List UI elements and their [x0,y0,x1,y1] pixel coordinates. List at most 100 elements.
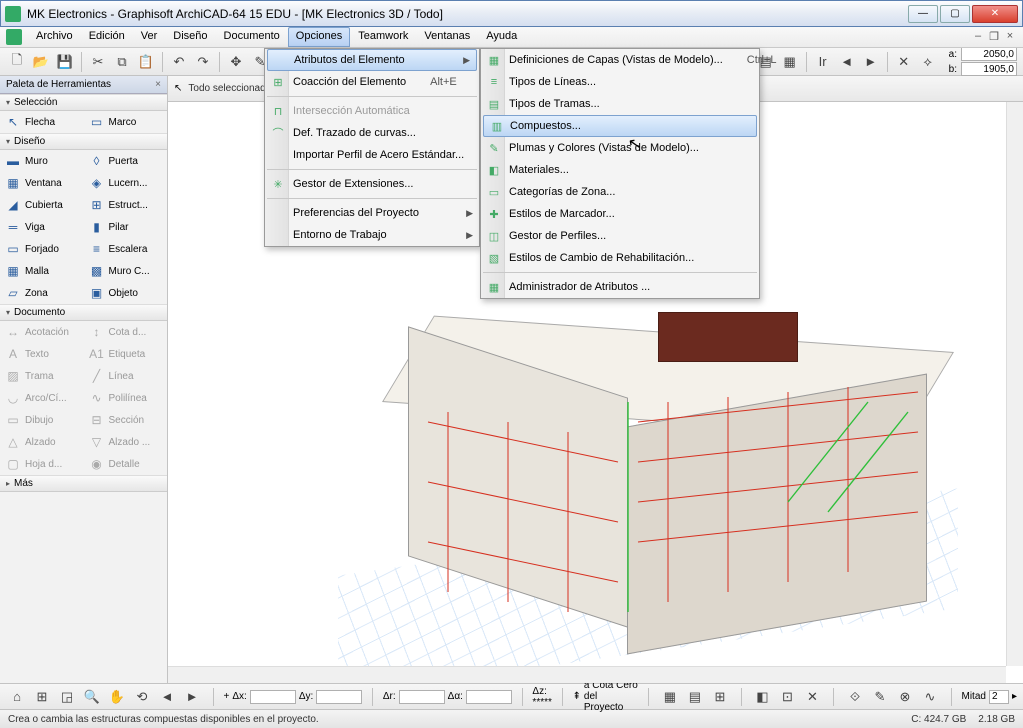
b8[interactable]: ✎ [869,686,891,708]
tool-hoja[interactable]: ▢Hoja d... [0,453,84,475]
mdi-close-icon[interactable]: × [1003,30,1017,44]
menu-documento[interactable]: Documento [216,27,288,47]
close-button[interactable]: ✕ [972,5,1018,23]
open-button[interactable]: 📂 [30,51,52,73]
scrollbar-vertical[interactable] [1006,102,1023,666]
menuitem-gestor-de-perfiles-[interactable]: ◫Gestor de Perfiles... [481,225,759,247]
coord-a-input[interactable] [961,47,1017,61]
tool-flecha[interactable]: ↖Flecha [0,111,84,133]
tool-pilar[interactable]: ▮Pilar [84,216,168,238]
tool-arco[interactable]: ◡Arco/Cí... [0,387,84,409]
tool-dibujo[interactable]: ▭Dibujo [0,409,84,431]
nav-d[interactable]: 🔍 [81,686,103,708]
mdi-minimize-icon[interactable]: – [971,30,985,44]
dim-icon[interactable]: ⟡ [917,51,939,73]
tool-etiqueta[interactable]: A1Etiqueta [84,343,168,365]
tool-cubierta[interactable]: ◢Cubierta [0,194,84,216]
menuitem-plumas-y-colores-vistas-de-mod[interactable]: ✎Plumas y Colores (Vistas de Modelo)... [481,137,759,159]
palette-close-icon[interactable]: × [155,79,161,90]
menuitem-estilos-de-marcador-[interactable]: ✚Estilos de Marcador... [481,203,759,225]
menuitem-importar-perfil-de-acero-est-n[interactable]: Importar Perfil de Acero Estándar... [265,144,479,166]
nav-a[interactable]: ⌂ [6,686,28,708]
tool-ventana[interactable]: ▦Ventana [0,172,84,194]
menuitem-administrador-de-atributos-[interactable]: ▦Administrador de Atributos ... [481,276,759,298]
menu-archivo[interactable]: Archivo [28,27,81,47]
tool-cota[interactable]: ↕Cota d... [84,321,168,343]
menuitem-def-trazado-de-curvas-[interactable]: ⌒Def. Trazado de curvas... [265,122,479,144]
tool-malla[interactable]: ▦Malla [0,260,84,282]
view-button[interactable]: ▦ [779,51,801,73]
dy-input[interactable] [316,690,362,704]
da-input[interactable] [466,690,512,704]
tool-detalle[interactable]: ◉Detalle [84,453,168,475]
tool-objeto[interactable]: ▣Objeto [84,282,168,304]
tool-alzado2[interactable]: ▽Alzado ... [84,431,168,453]
menuitem-definiciones-de-capas-vistas-d[interactable]: ▦Definiciones de Capas (Vistas de Modelo… [481,49,759,71]
scale-input[interactable] [989,690,1009,704]
redo-button[interactable]: ↷ [192,51,214,73]
nav-c[interactable]: ◲ [56,686,78,708]
scale-dropdown-icon[interactable]: ▸ [1012,691,1017,702]
tool-zona[interactable]: ▱Zona [0,282,84,304]
menuitem-compuestos-[interactable]: ▥Compuestos... [483,115,757,137]
b1[interactable]: ▦ [659,686,681,708]
tool-h[interactable]: ► [860,51,882,73]
tool-g[interactable]: ◄ [836,51,858,73]
section-seleccion[interactable]: Selección [0,94,167,111]
tool-alzado[interactable]: △Alzado [0,431,84,453]
nav-e[interactable]: ✋ [106,686,128,708]
menuitem-coacci-n-del-elemento[interactable]: ⊞Coacción del ElementoAlt+E [265,71,479,93]
section-diseno[interactable]: Diseño [0,133,167,150]
undo-button[interactable]: ↶ [168,51,190,73]
scrollbar-horizontal[interactable] [168,666,1006,683]
menuitem-categor-as-de-zona-[interactable]: ▭Categorías de Zona... [481,181,759,203]
menu-edicion[interactable]: Edición [81,27,133,47]
nav-f[interactable]: ⟲ [131,686,153,708]
menuitem-entorno-de-trabajo[interactable]: Entorno de Trabajo▶ [265,224,479,246]
menu-diseno[interactable]: Diseño [165,27,215,47]
copy-button[interactable]: ⧉ [111,51,133,73]
b9[interactable]: ⊗ [894,686,916,708]
b5[interactable]: ⊡ [776,686,798,708]
section-documento[interactable]: Documento [0,304,167,321]
b3[interactable]: ⊞ [709,686,731,708]
b2[interactable]: ▤ [684,686,706,708]
menu-ver[interactable]: Ver [133,27,166,47]
nav-b[interactable]: ⊞ [31,686,53,708]
b4[interactable]: ◧ [751,686,773,708]
tool-muro[interactable]: ▬Muro [0,150,84,172]
tool-texto[interactable]: ATexto [0,343,84,365]
menuitem-materiales-[interactable]: ◧Materiales... [481,159,759,181]
nav-g[interactable]: ◄ [156,686,178,708]
menuitem-preferencias-del-proyecto[interactable]: Preferencias del Proyecto▶ [265,202,479,224]
b10[interactable]: ∿ [919,686,941,708]
tool-escalera[interactable]: ≡Escalera [84,238,168,260]
paste-button[interactable]: 📋 [135,51,157,73]
maximize-button[interactable]: ▢ [940,5,970,23]
dx-input[interactable] [250,690,296,704]
tool-trama[interactable]: ▨Trama [0,365,84,387]
tool-estructura[interactable]: ⊞Estruct... [84,194,168,216]
menuitem-tipos-de-tramas-[interactable]: ▤Tipos de Tramas... [481,93,759,115]
snap-button[interactable]: ✕ [893,51,915,73]
tool-forjado[interactable]: ▭Forjado [0,238,84,260]
tool-seccion[interactable]: ⊟Sección [84,409,168,431]
menuitem-tipos-de-l-neas-[interactable]: ≡Tipos de Líneas... [481,71,759,93]
tool-f[interactable]: Ir [812,51,834,73]
tool-viga[interactable]: ═Viga [0,216,84,238]
mdi-restore-icon[interactable]: ❐ [987,30,1001,44]
tool-marco[interactable]: ▭Marco [84,111,168,133]
save-button[interactable]: 💾 [54,51,76,73]
tool-puerta[interactable]: ◊Puerta [84,150,168,172]
tool-acotacion[interactable]: ↔Acotación [0,321,84,343]
b7[interactable]: ⟐ [844,686,866,708]
minimize-button[interactable]: — [908,5,938,23]
tool-linea[interactable]: ╱Línea [84,365,168,387]
menuitem-estilos-de-cambio-de-rehabilit[interactable]: ▧Estilos de Cambio de Rehabilitación... [481,247,759,269]
menu-teamwork[interactable]: Teamwork [350,27,416,47]
b6[interactable]: ✕ [801,686,823,708]
coord-b-input[interactable] [961,62,1017,76]
menu-ayuda[interactable]: Ayuda [478,27,525,47]
tool-polilinea[interactable]: ∿Polilínea [84,387,168,409]
tool-muro-cortina[interactable]: ▩Muro C... [84,260,168,282]
